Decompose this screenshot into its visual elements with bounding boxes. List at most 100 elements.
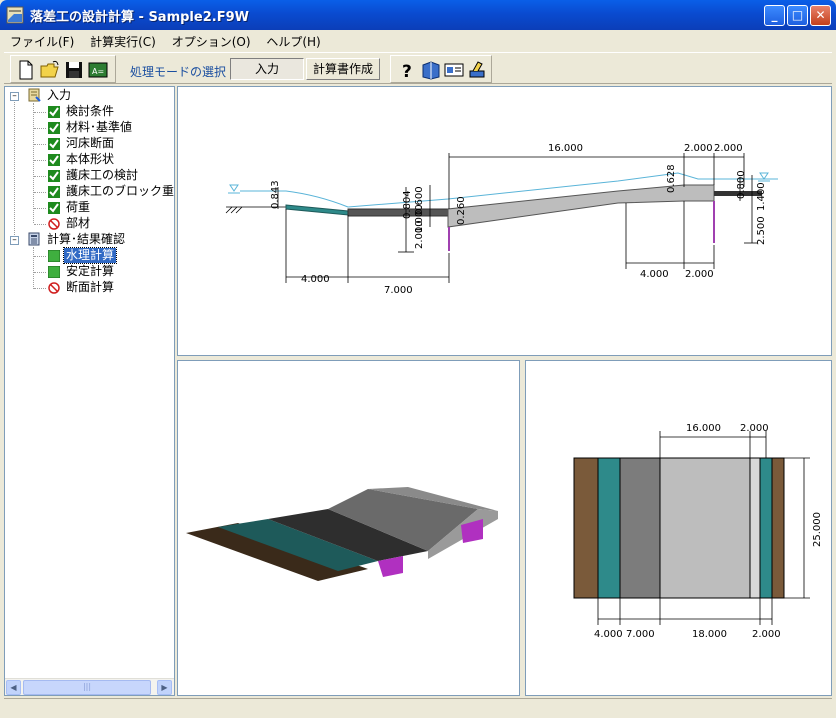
export-icon[interactable]: A= — [87, 59, 109, 81]
tree-label: 本体形状 — [66, 152, 115, 166]
scroll-thumb[interactable]: ||| — [23, 680, 151, 695]
menu-option[interactable]: オプション(O) — [166, 30, 257, 50]
tree-node-stability[interactable]: 安定計算 — [34, 264, 174, 280]
tree-connector — [34, 176, 46, 177]
plan-brown-left — [573, 457, 599, 599]
plan-dim-16: 16.000 — [686, 423, 721, 434]
dim-0804: 0.804 — [402, 190, 413, 219]
tree-label: 断面計算 — [66, 280, 115, 294]
dim-0800: 0.800 — [736, 170, 747, 199]
tree-node-conditions[interactable]: 検討条件 — [34, 104, 174, 120]
title-bar: 落差工の設計計算 - Sample2.F9W _ □ ✕ — [0, 0, 836, 30]
tree-connector — [34, 144, 46, 145]
open-folder-icon[interactable] — [39, 59, 61, 81]
tree-node-body-shape[interactable]: 本体形状 — [34, 152, 174, 168]
bed-protection-dark — [347, 208, 449, 217]
tree-node-member[interactable]: 部材 — [34, 216, 174, 232]
bed-protection-teal — [285, 204, 349, 216]
tree-horizontal-scrollbar[interactable]: ◀ ||| ▶ — [5, 678, 174, 695]
toolbar: A= 処理モードの選択 入力 計算書作成 ? — [4, 52, 832, 84]
tree-label: 河床断面 — [66, 136, 115, 150]
water-level-icon-right — [758, 172, 770, 182]
book-icon[interactable] — [420, 59, 442, 81]
menu-calc[interactable]: 計算実行(C) — [84, 30, 162, 50]
svg-text:?: ? — [402, 62, 412, 81]
section-drawing: 16.000 2.000 2.000 4.000 7.000 4.000 2.0… — [225, 143, 778, 296]
tree-node-input[interactable]: 入力 — [27, 88, 167, 104]
plan-dim-2-bot: 2.000 — [752, 629, 781, 640]
tree-node-hydraulic[interactable]: 水理計算 — [34, 247, 174, 264]
notebook-icon — [28, 88, 41, 102]
tree-node-load[interactable]: 荷重 — [34, 200, 174, 216]
expander-calc[interactable]: – — [10, 236, 19, 245]
help-icon[interactable]: ? — [397, 59, 419, 81]
dim-2000: 2.000 — [414, 220, 425, 249]
tree-connector — [34, 272, 46, 273]
maximize-button[interactable]: □ — [787, 5, 808, 26]
plan-drawing: 16.000 2.000 25.000 4.000 7.000 18.000 2… — [573, 423, 823, 640]
tree-node-materials[interactable]: 材料･基準値 — [34, 120, 174, 136]
section-view-pane[interactable]: 16.000 2.000 2.000 4.000 7.000 4.000 2.0… — [177, 86, 832, 356]
mode-input-button[interactable]: 入力 — [230, 58, 304, 80]
checkbox-checked-icon — [48, 106, 60, 118]
tree-connector — [34, 288, 46, 289]
tree-node-section[interactable]: 断面計算 — [34, 280, 174, 296]
tree-panel: – 入力 検討条件 材料･基準値 河床断面 本体形状 護床工の検討 護床工のブロ… — [4, 86, 175, 696]
tree-node-calc[interactable]: 計算･結果確認 — [27, 232, 167, 248]
tree-label: 水理計算 — [62, 247, 118, 264]
menu-bar: ファイル(F) 計算実行(C) オプション(O) ヘルプ(H) — [4, 30, 832, 50]
dim-bot-4b: 4.000 — [640, 269, 669, 280]
checkbox-checked-icon — [48, 122, 60, 134]
plan-dim-25: 25.000 — [812, 512, 823, 547]
3d-view-pane[interactable] — [177, 360, 520, 696]
plan-view-pane[interactable]: 16.000 2.000 25.000 4.000 7.000 18.000 2… — [525, 360, 832, 696]
close-button[interactable]: ✕ — [810, 5, 831, 26]
print-icon[interactable] — [466, 59, 488, 81]
card-icon[interactable] — [443, 59, 465, 81]
plan-dim-2-top: 2.000 — [740, 423, 769, 434]
dimension-lines — [277, 153, 758, 283]
new-file-icon[interactable] — [15, 59, 37, 81]
plan-dark-gray — [619, 457, 661, 599]
dim-bot-2: 2.000 — [685, 269, 714, 280]
plan-crest — [749, 457, 761, 599]
dim-0628: 0.628 — [666, 164, 677, 193]
calculator-icon — [28, 232, 40, 246]
dim-top-2a: 2.000 — [684, 143, 713, 154]
svg-text:A=: A= — [92, 67, 104, 76]
prohibited-icon — [48, 282, 60, 294]
prohibited-icon — [48, 218, 60, 230]
scroll-right-button[interactable]: ▶ — [157, 680, 172, 695]
tree-connector — [34, 256, 46, 257]
mode-report-button[interactable]: 計算書作成 — [306, 58, 380, 80]
help-toolbar-group: ? — [390, 55, 492, 83]
checkbox-checked-icon — [48, 202, 60, 214]
menu-file[interactable]: ファイル(F) — [4, 30, 80, 50]
3d-drawing — [186, 487, 498, 581]
dim-2500: 2.500 — [756, 216, 767, 245]
checkbox-checked-icon — [48, 170, 60, 182]
tree-label: 材料･基準値 — [66, 120, 133, 134]
expander-input[interactable]: – — [10, 92, 19, 101]
status-bar — [4, 698, 832, 716]
save-icon[interactable] — [63, 59, 85, 81]
window-title: 落差工の設計計算 - Sample2.F9W — [30, 10, 249, 25]
tree-connector — [34, 192, 46, 193]
dim-bot-7: 7.000 — [384, 285, 413, 296]
tree-node-riverbed[interactable]: 河床断面 — [34, 136, 174, 152]
tree-node-bed-protection[interactable]: 護床工の検討 — [34, 168, 174, 184]
scroll-left-button[interactable]: ◀ — [6, 680, 21, 695]
tree-connector — [14, 99, 15, 239]
tree-label: 計算･結果確認 — [47, 232, 126, 246]
minimize-button[interactable]: _ — [764, 5, 785, 26]
mode-label: 処理モードの選択 — [130, 65, 227, 79]
tree-label: 部材 — [66, 216, 91, 230]
dim-top-16: 16.000 — [548, 143, 583, 154]
plan-dim-7: 7.000 — [626, 629, 655, 640]
dim-top-2b: 2.000 — [714, 143, 743, 154]
tree-connector — [34, 160, 46, 161]
menu-help[interactable]: ヘルプ(H) — [260, 30, 326, 50]
tree-label: 護床工の検討 — [66, 168, 139, 182]
tree-node-block-weight[interactable]: 護床工のブロック重量 — [34, 184, 174, 200]
file-toolbar-group: A= — [10, 55, 116, 83]
